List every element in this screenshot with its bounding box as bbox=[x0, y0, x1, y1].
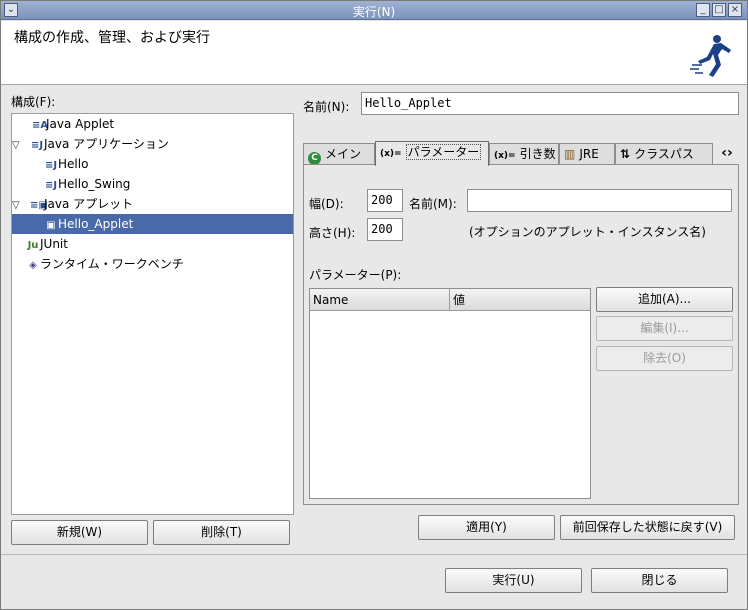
expand-toggle-icon[interactable]: ▽ bbox=[12, 136, 24, 156]
tab-label: クラスパス bbox=[634, 147, 694, 161]
close-window-icon[interactable]: × bbox=[728, 3, 742, 17]
minimize-icon[interactable]: _ bbox=[696, 3, 710, 17]
tab-classpath[interactable]: ⇅ クラスパス bbox=[615, 143, 713, 165]
apply-button[interactable]: 適用(Y) bbox=[418, 515, 555, 540]
delete-button[interactable]: 削除(T) bbox=[153, 520, 290, 545]
tree-item-label: Java アプリケーション bbox=[44, 137, 169, 151]
add-parameter-button[interactable]: 追加(A)... bbox=[596, 287, 733, 312]
footer-divider bbox=[1, 554, 747, 555]
tab-label: メイン bbox=[325, 147, 362, 161]
java-applet-icon: ≡▣ bbox=[30, 200, 48, 211]
parameters-table[interactable]: Name 値 bbox=[309, 288, 591, 499]
tree-item-label: JUnit bbox=[40, 237, 68, 251]
tree-item-java-applet[interactable]: ▽ ≡▣Java アプレット bbox=[12, 194, 293, 214]
jre-tab-icon: ▥ bbox=[564, 147, 576, 161]
revert-button[interactable]: 前回保存した状態に戻す(V) bbox=[560, 515, 735, 540]
tree-item-java-applet-config[interactable]: ≡AJava Applet bbox=[12, 114, 293, 134]
java-class-icon: ≡J bbox=[44, 160, 58, 171]
arguments-tab-icon: (x)= bbox=[494, 151, 516, 161]
tree-item-junit[interactable]: Ju JUnit bbox=[12, 234, 293, 254]
tree-item-label: Hello bbox=[58, 157, 89, 171]
tab-arguments[interactable]: (x)= 引き数 bbox=[489, 143, 559, 165]
parameters-label: パラメーター(P): bbox=[309, 268, 402, 282]
width-label: 幅(D): bbox=[309, 197, 344, 211]
height-field[interactable]: 200 bbox=[367, 218, 403, 241]
tree-item-label: Java アプレット bbox=[44, 197, 134, 211]
tree-item-hello-swing[interactable]: ≡JHello_Swing bbox=[12, 174, 293, 194]
tab-scroll-icon[interactable]: ‹› bbox=[715, 143, 739, 163]
tab-label: 引き数 bbox=[519, 147, 556, 161]
title-bar[interactable]: ⌄ 実行(N) _ □ × bbox=[1, 1, 747, 20]
tab-parameters[interactable]: (x)= パラメーター bbox=[375, 141, 489, 166]
classpath-tab-icon: ⇅ bbox=[620, 147, 631, 161]
applet-config-icon: ≡A bbox=[32, 120, 49, 131]
configuration-tree[interactable]: ≡AJava Applet ▽ ≡JJava アプリケーション ≡JHello ≡… bbox=[11, 113, 294, 515]
edit-parameter-button[interactable]: 編集(I)... bbox=[596, 316, 733, 341]
column-header-value[interactable]: 値 bbox=[450, 289, 590, 311]
workbench-icon: ◈ bbox=[29, 260, 37, 271]
column-header-name[interactable]: Name bbox=[310, 289, 450, 311]
run-dialog: ⌄ 実行(N) _ □ × 構成の作成、管理、および実行 構成(F): ≡AJa… bbox=[0, 0, 748, 610]
java-class-icon: ≡J bbox=[44, 180, 58, 191]
close-button[interactable]: 閉じる bbox=[591, 568, 728, 593]
height-label: 高さ(H): bbox=[309, 226, 356, 240]
tab-label: パラメーター bbox=[405, 144, 482, 160]
applet-icon: ▣ bbox=[46, 220, 56, 231]
tree-item-hello[interactable]: ≡JHello bbox=[12, 154, 293, 174]
new-button[interactable]: 新規(W) bbox=[11, 520, 148, 545]
tree-item-label: Java Applet bbox=[46, 117, 115, 131]
tree-item-label: Hello_Applet bbox=[58, 217, 134, 231]
parameters-tab-icon: (x)= bbox=[380, 149, 402, 159]
configuration-name-field[interactable]: Hello_Applet bbox=[361, 92, 739, 115]
window-title: 実行(N) bbox=[352, 5, 396, 19]
configurations-label: 構成(F): bbox=[11, 95, 56, 109]
remove-parameter-button[interactable]: 除去(O) bbox=[596, 346, 733, 371]
tab-bar: C メイン (x)= パラメーター (x)= 引き数 ▥ JRE ⇅ クラスパス ‹› bbox=[303, 141, 739, 166]
junit-icon: Ju bbox=[27, 240, 39, 251]
header-banner: 構成の作成、管理、および実行 bbox=[1, 21, 747, 85]
tree-item-java-application[interactable]: ▽ ≡JJava アプリケーション bbox=[12, 134, 293, 154]
tab-main[interactable]: C メイン bbox=[303, 143, 375, 165]
width-field[interactable]: 200 bbox=[367, 189, 403, 212]
maximize-icon[interactable]: □ bbox=[712, 3, 726, 17]
running-man-icon bbox=[690, 35, 731, 77]
tree-item-label: Hello_Swing bbox=[58, 177, 131, 191]
tree-item-label: ランタイム・ワークベンチ bbox=[40, 257, 184, 271]
banner-heading: 構成の作成、管理、および実行 bbox=[14, 30, 210, 46]
tab-jre[interactable]: ▥ JRE bbox=[559, 143, 615, 165]
tab-label: JRE bbox=[579, 147, 599, 161]
applet-name-field[interactable] bbox=[467, 189, 732, 212]
java-app-icon: ≡J bbox=[30, 140, 44, 151]
applet-name-hint: (オプションのアプレット・インスタンス名) bbox=[469, 225, 706, 239]
name-label: 名前(N): bbox=[303, 100, 350, 114]
applet-name-label: 名前(M): bbox=[409, 197, 457, 211]
tree-item-hello-applet[interactable]: ▣ Hello_Applet bbox=[12, 214, 293, 234]
tree-item-runtime-workbench[interactable]: ◈ ランタイム・ワークベンチ bbox=[12, 254, 293, 274]
expand-toggle-icon[interactable]: ▽ bbox=[12, 196, 24, 216]
run-button[interactable]: 実行(U) bbox=[445, 568, 582, 593]
